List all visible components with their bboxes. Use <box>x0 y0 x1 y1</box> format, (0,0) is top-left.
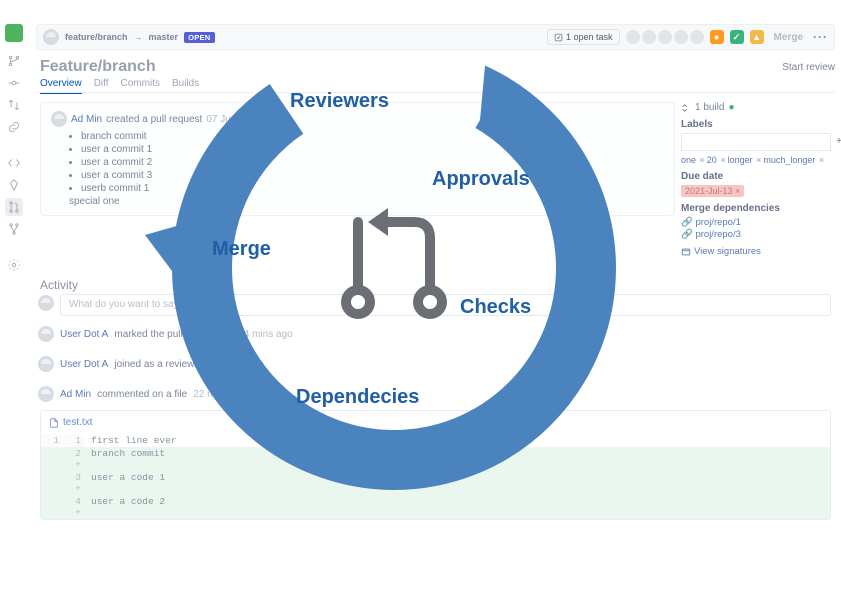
activity-action: joined as a reviewer <box>114 359 203 370</box>
labels-heading: Labels <box>681 119 831 130</box>
diff-body: 11first line ever 2 +branch commit 3 +us… <box>41 434 830 519</box>
created-date: 07 Jun 2020 <box>206 114 261 125</box>
avatar-icon <box>51 111 67 127</box>
dependency-link[interactable]: 🔗 proj/repo/3 <box>681 229 831 240</box>
activity-item: User Dot A marked the pull request as 14… <box>38 326 831 342</box>
left-nav-rail <box>5 24 27 278</box>
activity-time: 14 mins ago <box>238 329 292 340</box>
activity-heading: Activity <box>40 278 78 292</box>
diff-file-header[interactable]: test.txt <box>41 411 830 434</box>
activity-action: commented on a file <box>97 389 187 400</box>
fork-icon[interactable] <box>5 220 23 238</box>
created-action: created a pull request <box>106 114 202 125</box>
reviewers-avatars[interactable] <box>626 30 704 44</box>
activity-user[interactable]: User Dot A <box>60 359 108 370</box>
due-date-heading: Due date <box>681 171 831 182</box>
commit-item: branch commit <box>81 131 664 142</box>
status-warning-icon[interactable]: ▲ <box>750 30 764 44</box>
author-avatar[interactable] <box>43 29 59 45</box>
activity-time: 22 mins ago <box>193 389 247 400</box>
author-link[interactable]: Ad Min <box>71 114 102 125</box>
app-switcher-icon[interactable] <box>5 24 23 42</box>
commit-item: userb commit 1 <box>81 183 664 194</box>
pr-state-badge: OPEN <box>184 32 214 43</box>
description-panel: Ad Min created a pull request 07 Jun 202… <box>40 102 675 216</box>
labels-list: one × 20 × longer × much_longer × <box>681 155 831 165</box>
label-chip[interactable]: one × <box>681 155 705 165</box>
label-chip[interactable]: much_longer × <box>763 155 824 165</box>
commit-item: user a commit 2 <box>81 157 664 168</box>
activity-time: 17 mins ago <box>209 359 263 370</box>
comment-input[interactable]: What do you want to say? <box>60 294 831 316</box>
pr-nav-icon[interactable] <box>5 198 23 216</box>
due-date-badge[interactable]: 2021-Jul-13 × <box>681 185 744 197</box>
avatar-icon <box>38 386 54 402</box>
activity-user[interactable]: Ad Min <box>60 389 91 400</box>
start-review-button[interactable]: Start review <box>782 62 835 73</box>
branch-icon[interactable] <box>5 52 23 70</box>
status-needs-work-icon[interactable]: ● <box>710 30 724 44</box>
commits-list: branch commit user a commit 1 user a com… <box>81 131 664 194</box>
activity-action: marked the pull request as <box>114 329 232 340</box>
label-chip[interactable]: 20 × <box>707 155 726 165</box>
diff-filename: test.txt <box>63 417 92 428</box>
deps-heading: Merge dependencies <box>681 203 831 214</box>
pr-header-bar: feature/branch → master OPEN 1 open task… <box>36 24 835 50</box>
branch-arrow-icon: → <box>134 32 143 42</box>
view-signatures-link[interactable]: View signatures <box>681 246 831 257</box>
builds-count: 1 build <box>695 102 724 113</box>
right-sidebar: 1 build ● Labels one × 20 × longer × muc… <box>681 102 831 257</box>
activity-item: User Dot A joined as a reviewer 17 mins … <box>38 356 831 372</box>
pr-title: Feature/branch <box>40 58 156 76</box>
settings-icon[interactable] <box>5 256 23 274</box>
dependency-link[interactable]: 🔗 proj/repo/1 <box>681 217 831 228</box>
source-branch[interactable]: feature/branch <box>65 32 128 42</box>
merge-button[interactable]: Merge <box>770 30 807 45</box>
status-approved-icon[interactable]: ✓ <box>730 30 744 44</box>
commit-item: user a commit 1 <box>81 144 664 155</box>
avatar-icon <box>38 356 54 372</box>
diff-panel: test.txt 11first line ever 2 +branch com… <box>40 410 831 520</box>
activity-user[interactable]: User Dot A <box>60 329 108 340</box>
more-actions-icon[interactable]: ··· <box>813 30 828 44</box>
label-chip[interactable]: longer × <box>728 155 762 165</box>
open-tasks-label: 1 open task <box>566 32 613 42</box>
avatar-icon <box>38 326 54 342</box>
link-icon[interactable] <box>5 118 23 136</box>
target-branch[interactable]: master <box>149 32 179 42</box>
source-icon[interactable] <box>5 154 23 172</box>
diamond-icon[interactable] <box>5 176 23 194</box>
builds-summary[interactable]: 1 build ● <box>681 102 831 113</box>
activity-item: Ad Min commented on a file 22 mins ago <box>38 386 831 402</box>
commits-icon[interactable] <box>5 74 23 92</box>
open-tasks-chip[interactable]: 1 open task <box>547 29 620 45</box>
commit-item: user a commit 3 <box>81 170 664 181</box>
comment-avatar <box>38 295 54 311</box>
pulls-icon[interactable] <box>5 96 23 114</box>
labels-input[interactable] <box>681 133 831 151</box>
description-footer: special one <box>69 196 664 207</box>
